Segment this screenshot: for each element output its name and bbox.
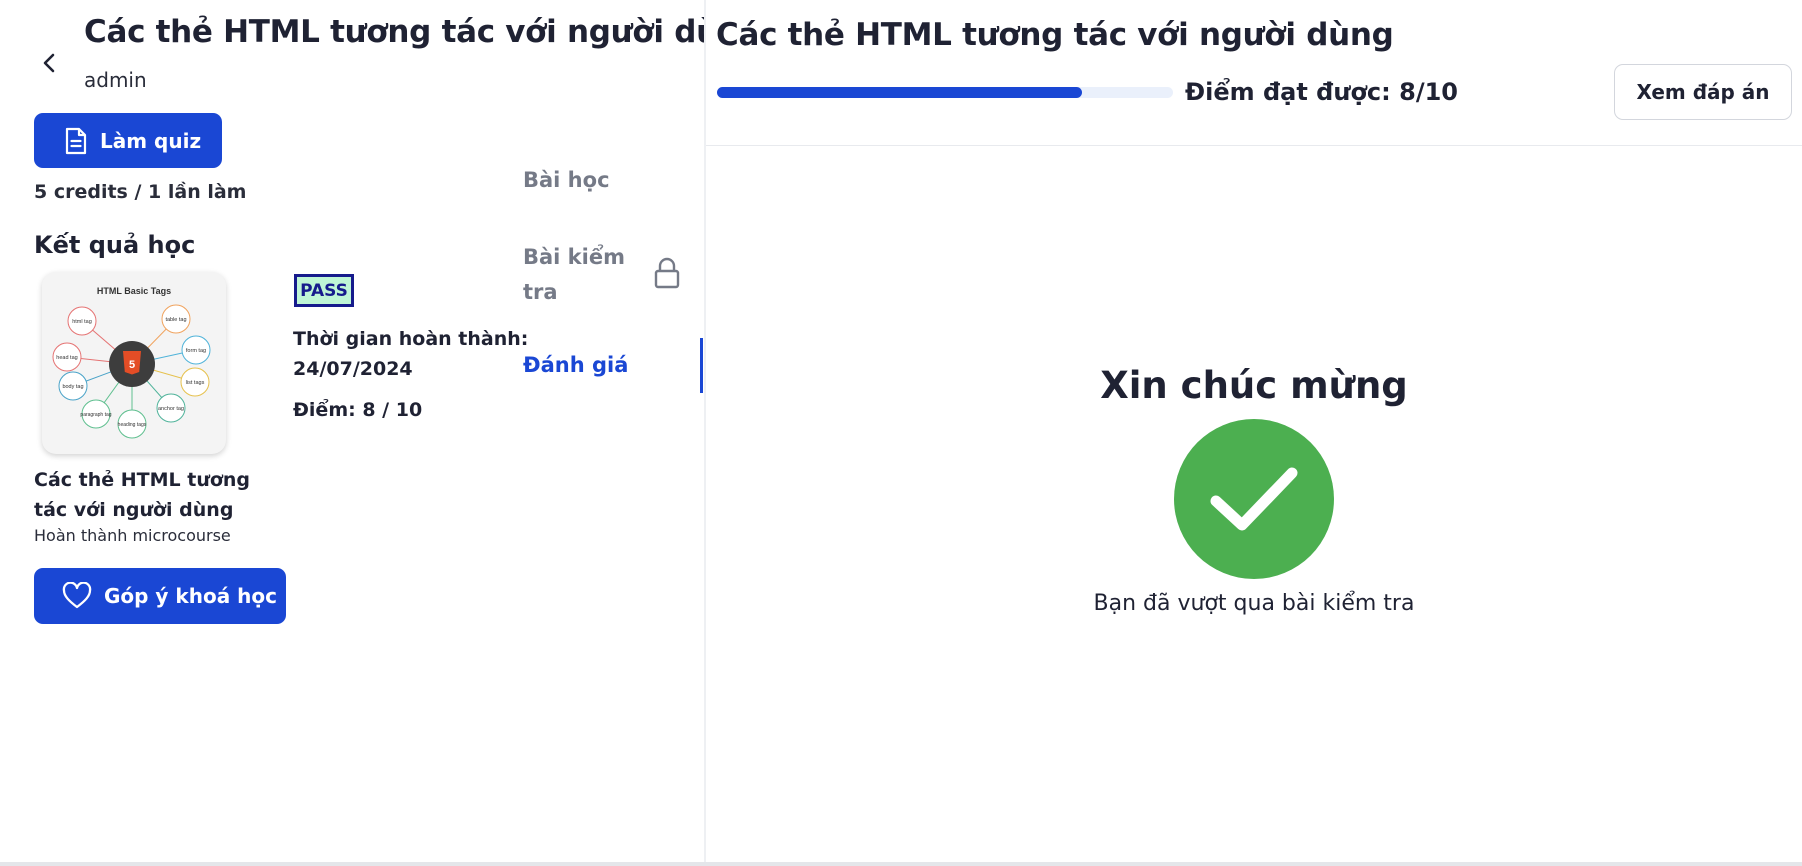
nav-item-lesson[interactable]: Bài học xyxy=(523,168,610,192)
credits-info: 5 credits / 1 lần làm xyxy=(34,181,247,203)
diagram-tag-6: paragraph tag xyxy=(80,412,111,418)
diagram-title: HTML Basic Tags xyxy=(97,286,171,296)
header-separator xyxy=(706,145,1802,146)
svg-text:5: 5 xyxy=(129,359,135,371)
success-badge xyxy=(1174,419,1334,579)
diagram-tag-3: form tag xyxy=(186,348,206,354)
diagram-tag-0: html tag xyxy=(72,319,92,325)
quiz-title: Các thẻ HTML tương tác với người dùng xyxy=(716,17,1394,53)
diagram-tag-2: head tag xyxy=(56,355,77,361)
quiz-result-panel: Các thẻ HTML tương tác với người dùng Đi… xyxy=(706,0,1802,866)
window-bottom-edge xyxy=(0,862,1802,866)
lock-icon xyxy=(654,257,680,289)
nav-item-test[interactable]: Bài kiểm tra xyxy=(523,240,633,310)
status-badge: PASS xyxy=(294,274,354,307)
congrats-heading: Xin chúc mừng xyxy=(1100,364,1408,407)
active-nav-indicator xyxy=(700,338,703,393)
course-author: admin xyxy=(84,68,147,92)
diagram-tag-4: body tag xyxy=(62,384,83,390)
passed-message: Bạn đã vượt qua bài kiểm tra xyxy=(1093,591,1415,616)
score-progress-fill xyxy=(717,87,1082,98)
heart-icon xyxy=(62,582,92,609)
diagram-tag-7: heading tags xyxy=(118,422,147,428)
result-item-subtitle: Hoàn thành microcourse xyxy=(34,526,231,545)
check-icon xyxy=(1210,467,1298,531)
completion-date: 24/07/2024 xyxy=(293,358,413,380)
score-label: Điểm: 8 / 10 xyxy=(293,399,423,421)
chevron-left-icon xyxy=(43,53,55,73)
take-quiz-label: Làm quiz xyxy=(100,128,202,153)
result-item-title: Các thẻ HTML tương tác với người dùng xyxy=(34,469,251,521)
feedback-button[interactable]: Góp ý khoá học xyxy=(34,568,286,624)
course-title: Các thẻ HTML tương tác với người dùng xyxy=(84,14,762,50)
back-button[interactable] xyxy=(36,46,62,80)
html-tags-diagram: HTML Basic Tags html tag table tag head … xyxy=(52,286,211,439)
document-icon xyxy=(65,127,87,154)
view-answers-button[interactable]: Xem đáp án xyxy=(1614,64,1792,120)
score-achieved: Điểm đạt được: 8/10 xyxy=(1185,78,1458,106)
nav-item-evaluation[interactable]: Đánh giá xyxy=(523,353,628,377)
diagram-tag-5: list tags xyxy=(186,380,205,386)
left-panel: Các thẻ HTML tương tác với người dùng ad… xyxy=(0,0,762,866)
feedback-label: Góp ý khoá học xyxy=(104,584,278,608)
results-heading: Kết quả học xyxy=(34,231,196,259)
course-thumbnail[interactable]: HTML Basic Tags html tag table tag head … xyxy=(42,272,226,454)
diagram-tag-8: anchor tag xyxy=(158,406,184,412)
take-quiz-button[interactable]: Làm quiz xyxy=(34,113,222,168)
completion-label: Thời gian hoàn thành: xyxy=(293,328,529,350)
diagram-tag-1: table tag xyxy=(165,317,186,323)
